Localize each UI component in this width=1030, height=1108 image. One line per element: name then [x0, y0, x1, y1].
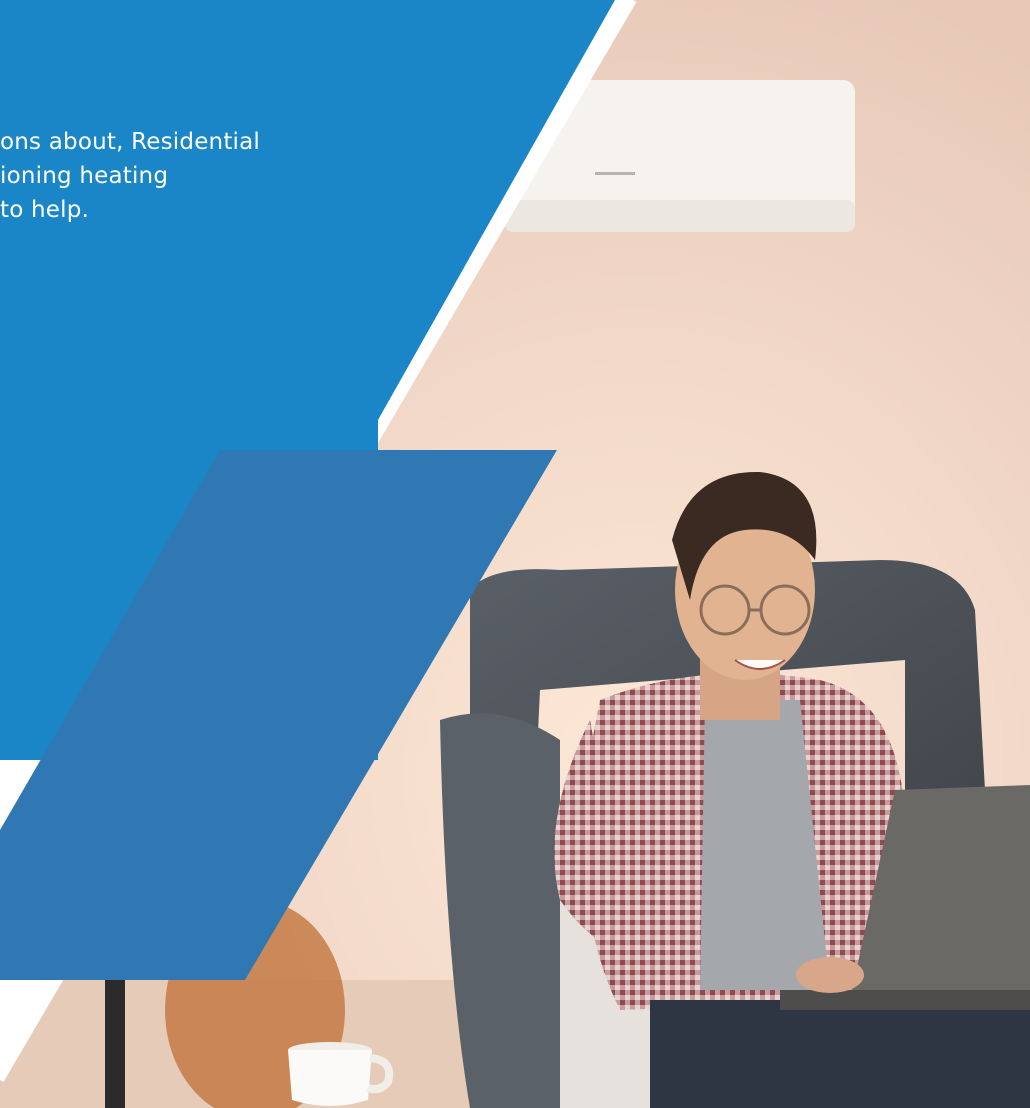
hero-text: ons about, Residential ioning heating to… [0, 125, 430, 227]
hero-text-line-2: ioning heating [0, 163, 169, 189]
hero-text-line-3: to help. [0, 197, 90, 223]
lamp-stand [105, 975, 125, 1108]
hero-banner: ons about, Residential ioning heating to… [0, 0, 1030, 1108]
hero-text-line-1: ons about, Residential [0, 129, 261, 155]
